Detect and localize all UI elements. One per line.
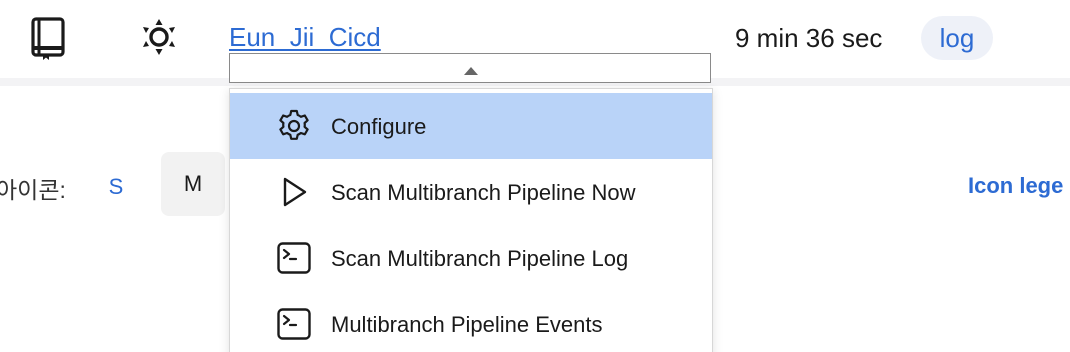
- caret-up-icon: [464, 67, 478, 75]
- sun-settings-icon[interactable]: [140, 18, 178, 56]
- icon-size-label: 아이콘:: [0, 177, 66, 203]
- menu-item-pipeline-events[interactable]: Multibranch Pipeline Events: [230, 291, 712, 352]
- menu-item-label: Scan Multibranch Pipeline Log: [331, 246, 629, 271]
- job-name-link[interactable]: Eun_Jii_Cicd: [229, 22, 381, 53]
- icon-size-small-button[interactable]: S: [100, 174, 132, 199]
- notebook-icon[interactable]: [30, 16, 66, 60]
- dropdown-toggle[interactable]: [229, 53, 711, 83]
- build-duration: 9 min 36 sec: [735, 23, 883, 53]
- menu-item-scan-now[interactable]: Scan Multibranch Pipeline Now: [230, 159, 712, 225]
- menu-item-label: Configure: [331, 114, 427, 139]
- icon-size-medium-button[interactable]: M: [161, 152, 225, 216]
- terminal-icon: [277, 308, 311, 340]
- play-icon: [283, 177, 307, 207]
- jenkins-dropdown-menu: Configure Scan Multibranch Pipeline Now …: [229, 88, 713, 352]
- terminal-icon: [277, 242, 311, 274]
- menu-item-scan-log[interactable]: Scan Multibranch Pipeline Log: [230, 225, 712, 291]
- menu-item-label: Scan Multibranch Pipeline Now: [331, 180, 636, 205]
- log-button[interactable]: log: [921, 16, 993, 60]
- menu-item-label: Multibranch Pipeline Events: [331, 312, 603, 337]
- gear-icon: [279, 109, 309, 140]
- menu-item-configure[interactable]: Configure: [230, 93, 712, 159]
- icon-legend-link[interactable]: Icon lege: [968, 173, 1063, 199]
